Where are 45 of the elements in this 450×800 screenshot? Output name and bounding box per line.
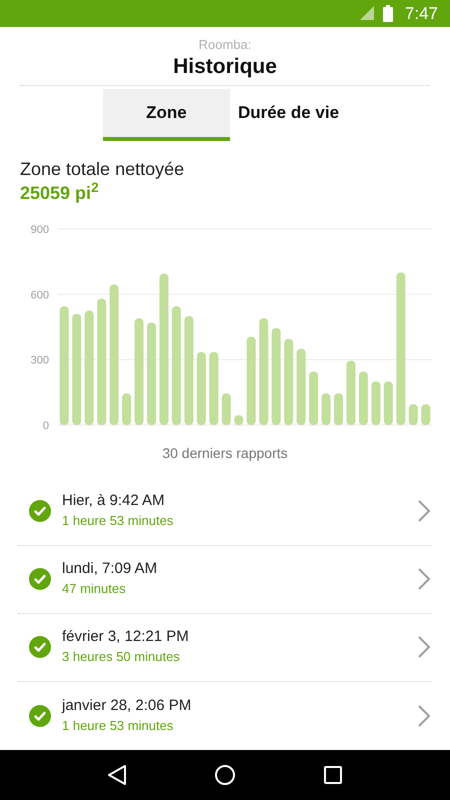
report-duration: 1 heure 53 minutes [62, 512, 174, 530]
summary-label: Zone totale nettoyée [20, 158, 186, 181]
page-title: Historique [173, 54, 277, 80]
status-time: 7:47 [404, 2, 438, 25]
battery-icon [382, 4, 393, 22]
chart-bar [309, 371, 318, 425]
tab[interactable]: Durée de vie [230, 88, 348, 141]
chart-bar [222, 393, 231, 425]
home-icon[interactable] [214, 764, 236, 786]
chart-bar [234, 414, 244, 425]
report-date: janvier 28, 2:06 PM [62, 696, 192, 716]
report-row[interactable]: lundi, 7:09 AM 47 minutes [18, 546, 432, 614]
report-row[interactable]: février 3, 12:21 PM 3 heures 50 minutes [18, 614, 432, 682]
chevron-icon [418, 500, 430, 522]
chart-bar [322, 393, 331, 425]
chart-bar [358, 371, 368, 425]
report-date: février 3, 12:21 PM [62, 627, 190, 648]
axis-tick-label: 600 [30, 288, 49, 301]
axis-tick-label: 900 [30, 224, 49, 236]
header-subtitle: Roomba: [198, 36, 252, 53]
report-row[interactable]: Hier, à 9:42 AM 1 heure 53 minutes [18, 478, 432, 546]
axis-tick-label: 300 [30, 354, 49, 366]
chart-bar [122, 393, 132, 425]
chevron-icon [418, 704, 430, 727]
report-date: lundi, 7:09 AM [62, 559, 158, 580]
report-row[interactable]: janvier 28, 2:06 PM 1 heure 53 minutes [18, 682, 432, 750]
chevron-icon [418, 636, 430, 658]
chart-bar [334, 393, 343, 425]
back-icon[interactable] [107, 764, 128, 786]
report-duration: 1 heure 53 minutes [62, 716, 174, 735]
chevron-icon [418, 568, 430, 590]
chart-bar [421, 404, 430, 425]
tab[interactable]: Zone [102, 88, 230, 141]
chart-bar [408, 404, 418, 425]
axis-label: 30 derniers rapports [161, 444, 289, 463]
report-duration: 3 heures 50 minutes [62, 648, 181, 666]
recents-icon[interactable] [322, 764, 343, 785]
chart-bar [384, 381, 393, 425]
report-duration: 47 minutes [62, 580, 127, 598]
chart-bar [346, 360, 356, 425]
signal-icon [358, 6, 375, 20]
summary-value: 25059 pi$^{2}$ [20, 180, 100, 205]
chart-bar [371, 381, 380, 425]
axis-tick-label: 0 [42, 420, 49, 432]
report-date: Hier, à 9:42 AM [62, 491, 166, 512]
